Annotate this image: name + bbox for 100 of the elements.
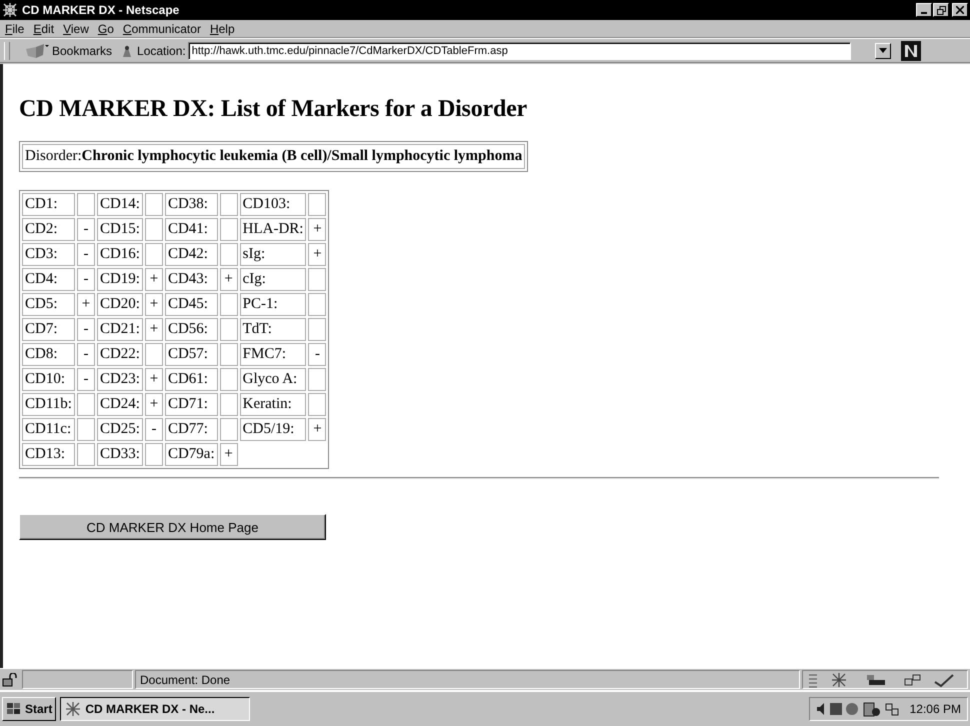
marker-cell: CD15: — [96, 218, 143, 241]
app-icon — [2, 2, 18, 18]
marker-cell: CD10: — [22, 368, 75, 391]
marker-cell: CD45: — [164, 293, 218, 316]
result-cell: + — [308, 243, 326, 266]
marker-cell: CD61: — [164, 368, 218, 391]
marker-cell: CD77: — [164, 418, 218, 441]
result-cell — [220, 218, 238, 241]
bookmarks-icon — [24, 42, 50, 58]
marker-cell: CD41: — [164, 218, 218, 241]
marker-cell: CD2: — [22, 218, 75, 241]
close-icon — [956, 6, 964, 14]
result-cell — [144, 243, 163, 266]
status-text: Document: Done — [135, 670, 800, 689]
result-cell: - — [76, 243, 95, 266]
menu-item[interactable]: Communicator — [120, 22, 207, 36]
menu-item[interactable]: File — [2, 22, 30, 36]
menu-item[interactable]: Edit — [30, 22, 60, 36]
result-cell — [220, 368, 238, 391]
marker-cell: CD25: — [96, 418, 143, 441]
marker-cell: CD1: — [22, 193, 75, 216]
restore-button[interactable] — [933, 3, 949, 17]
result-cell: - — [76, 368, 95, 391]
close-button[interactable] — [952, 3, 968, 17]
result-cell: + — [144, 293, 163, 316]
result-cell — [144, 443, 163, 466]
marker-cell: CD42: — [164, 243, 218, 266]
result-cell — [220, 193, 238, 216]
padlock-icon — [2, 672, 18, 686]
home-page-button[interactable]: CD MARKER DX Home Page — [19, 514, 326, 540]
result-cell: + — [308, 418, 326, 441]
marker-cell: TdT: — [240, 318, 306, 341]
marker-cell: CD4: — [22, 268, 75, 291]
bookmarks-button[interactable]: Bookmarks — [24, 42, 118, 58]
menu-item[interactable]: View — [60, 22, 95, 36]
window-title: CD MARKER DX - Netscape — [22, 3, 180, 17]
marker-cell: FMC7: — [240, 343, 306, 366]
result-cell — [308, 293, 326, 316]
marker-cell: Keratin: — [240, 393, 306, 416]
marker-cell: CD33: — [96, 443, 143, 466]
marker-cell: CD22: — [96, 343, 143, 366]
result-cell — [308, 318, 326, 341]
marker-cell: CD56: — [164, 318, 218, 341]
marker-cell: CD20: — [96, 293, 143, 316]
browser-logo-icon — [900, 40, 921, 60]
minimize-button[interactable] — [916, 3, 932, 17]
taskbar-button[interactable]: CD MARKER DX - Ne... — [60, 697, 250, 721]
start-button[interactable]: Start — [2, 697, 56, 721]
marker-cell: CD19: — [96, 268, 143, 291]
result-cell: - — [144, 418, 163, 441]
marker-cell: CD23: — [96, 368, 143, 391]
marker-cell: CD71: — [164, 393, 218, 416]
restore-icon — [936, 6, 946, 14]
result-cell — [76, 393, 95, 416]
marker-cell: CD24: — [96, 393, 143, 416]
marker-cell: Glyco A: — [240, 368, 306, 391]
result-cell: + — [308, 218, 326, 241]
marker-cell: sIg: — [240, 243, 306, 266]
result-cell: + — [220, 443, 238, 466]
menu-item[interactable]: Help — [206, 22, 241, 36]
result-cell — [308, 193, 326, 216]
result-cell: + — [144, 393, 163, 416]
result-cell — [220, 343, 238, 366]
result-cell: - — [76, 218, 95, 241]
location-field[interactable]: http://hawk.uth.tmc.edu/pinnacle7/CdMarkerDX/CDTableFrm.asp — [188, 42, 851, 60]
dropdown-button[interactable] — [874, 42, 891, 58]
marker-cell: cIg: — [240, 268, 306, 291]
marker-cell: CD11c: — [22, 418, 75, 441]
marker-cell: CD21: — [96, 318, 143, 341]
marker-cell: CD5: — [22, 293, 75, 316]
result-cell: - — [308, 343, 326, 366]
windows-icon — [6, 702, 22, 716]
marker-cell: CD3: — [22, 243, 75, 266]
result-cell: - — [76, 343, 95, 366]
marker-cell: CD5/19: — [240, 418, 306, 441]
marker-cell: CD8: — [22, 343, 75, 366]
result-cell: + — [220, 268, 238, 291]
marker-cell: CD57: — [164, 343, 218, 366]
marker-cell: PC-1: — [240, 293, 306, 316]
toolbar-grip[interactable] — [4, 42, 10, 60]
result-cell — [76, 418, 95, 441]
result-cell — [220, 418, 238, 441]
marker-cell: CD11b: — [22, 393, 75, 416]
result-cell — [76, 443, 95, 466]
result-cell — [220, 293, 238, 316]
page-heading: CD MARKER DX: List of Markers for a Disorder — [19, 96, 528, 123]
result-cell: + — [76, 293, 95, 316]
menu-item[interactable]: Go — [94, 22, 120, 36]
result-cell — [144, 218, 163, 241]
marker-cell: CD38: — [164, 193, 218, 216]
clock: 12:06 PM — [910, 702, 961, 716]
marker-cell: CD13: — [22, 443, 75, 466]
result-cell — [220, 243, 238, 266]
marker-cell: CD14: — [96, 193, 143, 216]
marker-cell: CD43: — [164, 268, 218, 291]
result-cell — [308, 368, 326, 391]
result-cell — [144, 193, 163, 216]
result-cell — [144, 343, 163, 366]
marker-cell: HLA-DR: — [240, 218, 306, 241]
app-icon — [65, 701, 82, 717]
